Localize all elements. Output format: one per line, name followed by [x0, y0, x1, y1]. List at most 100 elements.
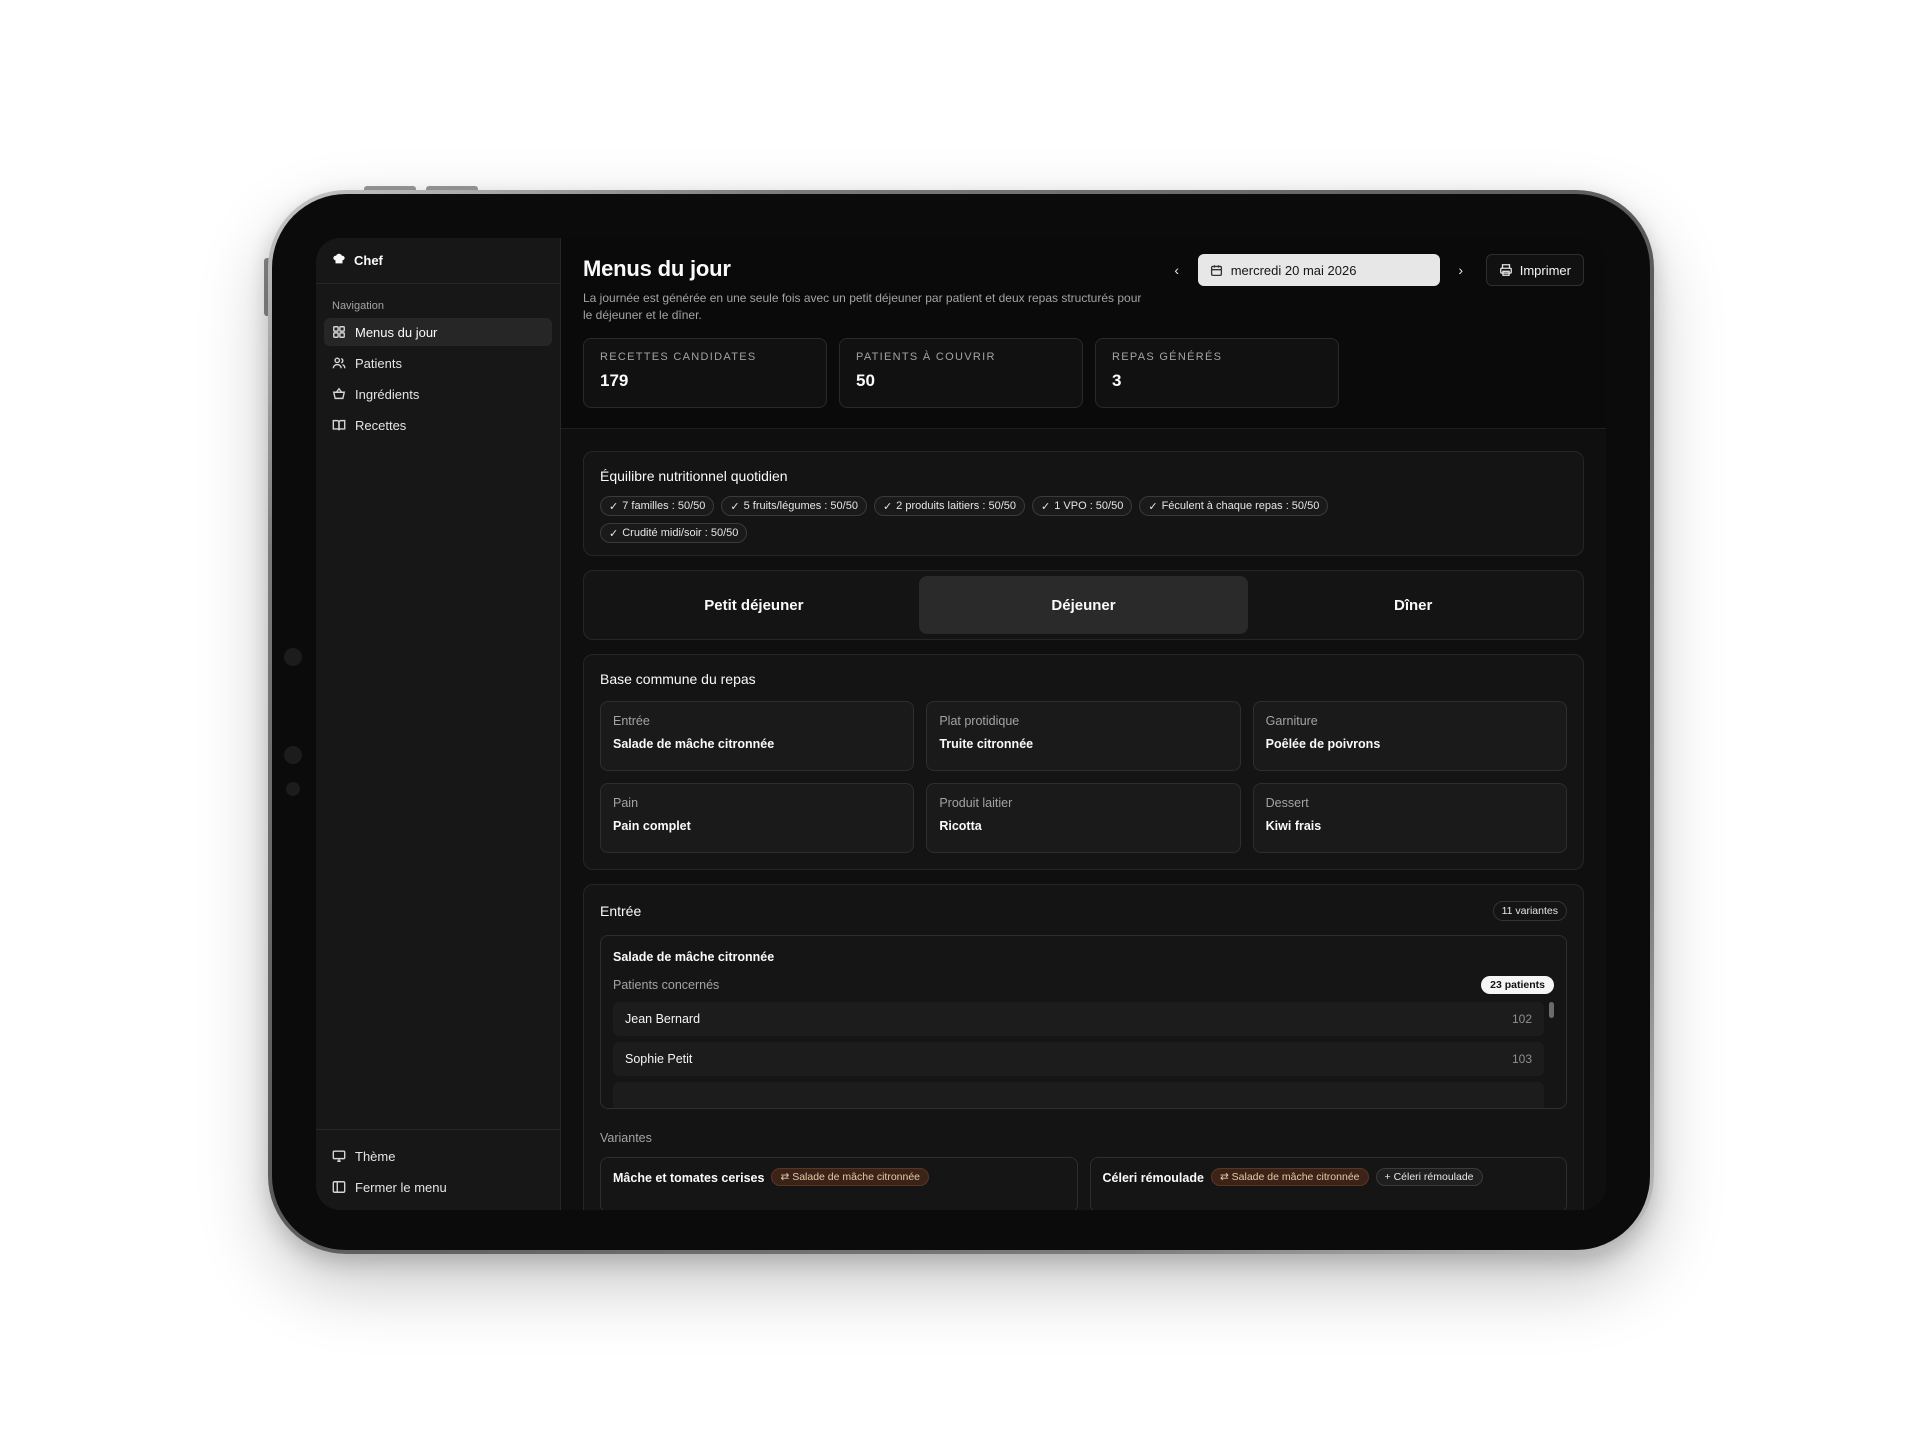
stat-value: 50 [856, 371, 875, 390]
stat-value: 3 [1112, 371, 1122, 390]
chef-hat-icon [332, 252, 346, 269]
stats-row: RECETTES CANDIDATES 179 PATIENTS À COUVR… [583, 338, 1584, 408]
theme-label: Thème [355, 1148, 396, 1164]
date-picker[interactable]: mercredi 20 mai 2026 [1197, 254, 1440, 286]
tab-petit-dejeuner[interactable]: Petit déjeuner [589, 576, 919, 634]
nutrition-chip: ✓ 1 VPO : 50/50 [1032, 496, 1133, 516]
sidebar-item-menus[interactable]: Menus du jour [324, 318, 552, 346]
cell-label: Garniture [1265, 714, 1318, 728]
entree-card: Entrée 11 variantes Salade de mâche citr… [583, 884, 1584, 1210]
brand[interactable]: Chef [316, 238, 560, 284]
scrollbar-thumb[interactable] [1549, 1002, 1554, 1018]
variants-grid: Mâche et tomates cerises ⇄ Salade de mâc… [600, 1157, 1567, 1210]
brand-name: Chef [354, 253, 383, 268]
theme-button[interactable]: Thème [324, 1142, 552, 1170]
sensor-dot [284, 648, 302, 666]
grid-icon [333, 326, 345, 338]
variant-card[interactable]: Mâche et tomates cerises ⇄ Salade de mâc… [600, 1157, 1078, 1210]
sensor-dot [284, 746, 302, 764]
check-icon: ✓ [609, 527, 619, 540]
sidebar-footer: Thème Fermer le menu [316, 1129, 560, 1210]
tablet-bezel: Chef Navigation Menus du jour Patients I… [272, 194, 1650, 1250]
nutrition-chips: ✓ 7 familles : 50/50 ✓ 5 fruits/légumes : … [600, 496, 1460, 543]
swap-label: Salade de mâche citronnée [792, 1171, 921, 1183]
patients-count-badge: 23 patients [1481, 976, 1554, 994]
chip-label: 7 familles : 50/50 [622, 500, 706, 512]
swap-label: Salade de mâche citronnée [1231, 1171, 1360, 1183]
users-icon [332, 357, 346, 369]
patients-list[interactable]: Jean Bernard 102 Sophie Petit 103 [613, 1002, 1554, 1108]
base-grid: Entrée Salade de mâche citronnée Plat pro… [600, 701, 1567, 853]
sidebar-item-patients[interactable]: Patients [324, 349, 552, 377]
entree-title: Entrée [600, 903, 642, 919]
sidebar-item-label: Recettes [355, 417, 407, 433]
tab-dejeuner[interactable]: Déjeuner [918, 576, 1249, 634]
patient-row[interactable]: Sophie Petit 103 [613, 1042, 1544, 1076]
monitor-icon [332, 1150, 346, 1162]
add-tag: + Céleri rémoulade [1375, 1168, 1483, 1186]
base-title: Base commune du repas [600, 671, 756, 687]
cell-label: Plat protidique [939, 714, 1020, 728]
patient-name: Sophie Petit [625, 1052, 693, 1066]
check-icon: ✓ [882, 500, 893, 513]
variants-label: Variantes [600, 1131, 652, 1145]
patient-room: 102 [1511, 1012, 1532, 1026]
stat-card: REPAS GÉNÉRÉS 3 [1095, 338, 1339, 408]
nutrition-chip: ✓ 2 produits laitiers : 50/50 [873, 496, 1026, 516]
base-cell: Pain Pain complet [600, 783, 915, 853]
check-icon: ✓ [1041, 500, 1051, 513]
variants-count-badge: 11 variantes [1492, 901, 1567, 921]
swap-icon: ⇄ [780, 1171, 793, 1183]
base-cell: Plat protidique Truite citronnée [926, 701, 1241, 771]
nutrition-chip: ✓ Féculent à chaque repas : 50/50 [1139, 496, 1329, 516]
chevron-right-icon[interactable]: › [1450, 259, 1472, 281]
stat-label: PATIENTS À COUVRIR [856, 351, 996, 363]
add-label: Céleri rémoulade [1393, 1171, 1474, 1183]
date-controls: ‹ mercredi 20 mai 2026 › Imprimer [1166, 254, 1584, 286]
book-icon [332, 419, 346, 431]
patients-label: Patients concernés [613, 978, 720, 992]
nutrition-chip: ✓ 7 familles : 50/50 [600, 496, 715, 516]
print-label: Imprimer [1519, 262, 1571, 278]
cell-value: Kiwi frais [1265, 819, 1322, 833]
sidebar-item-recettes[interactable]: Recettes [324, 411, 552, 439]
sidebar: Chef Navigation Menus du jour Patients I… [316, 238, 561, 1210]
plus-icon: + [1384, 1171, 1394, 1183]
chip-label: 5 fruits/légumes : 50/50 [743, 500, 858, 512]
stat-card: PATIENTS À COUVRIR 50 [839, 338, 1083, 408]
patient-row[interactable] [613, 1082, 1544, 1108]
printer-icon [1499, 264, 1512, 276]
sidebar-item-label: Menus du jour [355, 324, 438, 340]
check-icon: ✓ [609, 500, 619, 513]
cell-label: Entrée [613, 714, 650, 728]
stat-card: RECETTES CANDIDATES 179 [583, 338, 827, 408]
page-subtitle: La journée est générée en une seule fois… [583, 291, 1142, 322]
entree-header: Entrée 11 variantes [600, 901, 1567, 921]
dish-card: Salade de mâche citronnée Patients conce… [600, 935, 1567, 1109]
app-screen: Chef Navigation Menus du jour Patients I… [316, 238, 1606, 1210]
stat-label: RECETTES CANDIDATES [600, 351, 757, 363]
cell-value: Poêlée de poivrons [1265, 737, 1381, 751]
base-meal-card: Base commune du repas Entrée Salade de mâ… [583, 654, 1584, 870]
close-menu-button[interactable]: Fermer le menu [324, 1173, 552, 1201]
patient-row[interactable]: Jean Bernard 102 [613, 1002, 1544, 1036]
patient-name: Jean Bernard [625, 1012, 701, 1026]
cell-label: Pain [613, 796, 639, 810]
content-area: Équilibre nutritionnel quotidien ✓ 7 fami… [561, 429, 1606, 1210]
chevron-left-icon[interactable]: ‹ [1166, 259, 1188, 281]
base-cell: Produit laitier Ricotta [926, 783, 1241, 853]
sidebar-item-label: Ingrédients [355, 386, 420, 402]
print-button[interactable]: Imprimer [1485, 254, 1584, 286]
chip-label: 1 VPO : 50/50 [1054, 500, 1124, 512]
variant-card[interactable]: Céleri rémoulade ⇄ Salade de mâche citro… [1089, 1157, 1567, 1210]
check-icon: ✓ [730, 500, 740, 513]
swap-tag: ⇄ Salade de mâche citronnée [771, 1168, 930, 1186]
meal-tabs: Petit déjeuner Déjeuner Dîner [583, 570, 1584, 640]
basket-icon [332, 387, 346, 400]
sidebar-item-ingredients[interactable]: Ingrédients [324, 380, 552, 408]
swap-tag: ⇄ Salade de mâche citronnée [1210, 1168, 1369, 1186]
base-cell: Entrée Salade de mâche citronnée [600, 701, 915, 771]
calendar-icon [1210, 264, 1222, 276]
sensor-dot [286, 782, 300, 796]
tab-diner[interactable]: Dîner [1248, 576, 1578, 634]
